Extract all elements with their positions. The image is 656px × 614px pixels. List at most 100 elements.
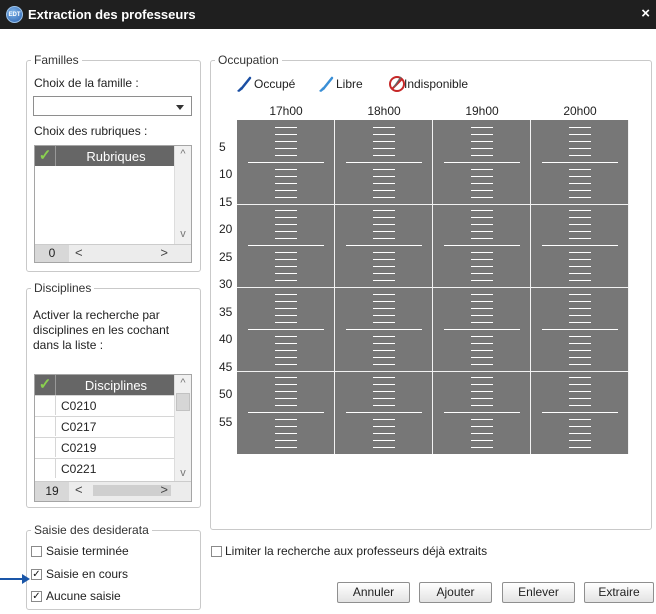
- occupied-tool[interactable]: Occupé: [235, 75, 305, 93]
- disciplines-list[interactable]: ✓ Disciplines C0210 C0217 C0219 C0221 ^ …: [34, 374, 192, 502]
- minute-tick: [346, 245, 422, 246]
- minute-tick: [471, 315, 493, 316]
- annuler-button[interactable]: Annuler: [337, 582, 410, 603]
- familles-legend: Familles: [31, 53, 82, 67]
- disciplines-horizontal-scrollbar[interactable]: < >: [73, 483, 171, 498]
- minute-label: 15: [219, 195, 233, 209]
- minute-tick: [346, 412, 422, 413]
- chevron-down-icon[interactable]: [176, 105, 184, 110]
- list-item[interactable]: C0219: [35, 437, 175, 457]
- minute-tick: [275, 134, 297, 135]
- saisie-en-cours-checkbox[interactable]: ✓: [31, 569, 42, 580]
- row-checkbox[interactable]: [35, 438, 56, 457]
- app-logo-icon: EDT: [6, 6, 23, 23]
- rubriques-vertical-scrollbar[interactable]: ^ v: [174, 146, 191, 244]
- minute-tick: [275, 301, 297, 302]
- minute-tick: [471, 433, 493, 434]
- minute-tick: [569, 266, 591, 267]
- aucune-saisie-checkbox[interactable]: ✓: [31, 591, 42, 602]
- scroll-right-icon[interactable]: >: [160, 483, 168, 497]
- minute-tick: [275, 398, 297, 399]
- minute-tick: [373, 350, 395, 351]
- minute-tick: [569, 155, 591, 156]
- minute-tick: [275, 377, 297, 378]
- list-item[interactable]: C0221: [35, 458, 175, 479]
- minute-tick: [275, 231, 297, 232]
- list-item[interactable]: C0217: [35, 416, 175, 436]
- scroll-thumb[interactable]: [93, 485, 171, 496]
- unavailable-tool[interactable]: Indisponible: [388, 75, 478, 93]
- enlever-button[interactable]: Enlever: [502, 582, 575, 603]
- row-checkbox[interactable]: [35, 396, 56, 415]
- minute-tick: [248, 245, 324, 246]
- minute-tick: [275, 440, 297, 441]
- close-icon[interactable]: ×: [641, 5, 650, 22]
- extraire-button[interactable]: Extraire: [584, 582, 654, 603]
- minute-tick: [471, 308, 493, 309]
- disciplines-footer: 19 < >: [35, 481, 191, 501]
- scroll-left-icon[interactable]: <: [75, 246, 83, 260]
- minute-tick: [373, 259, 395, 260]
- minute-tick: [444, 329, 520, 330]
- scroll-right-icon[interactable]: >: [160, 246, 168, 260]
- minute-tick: [373, 155, 395, 156]
- list-item[interactable]: C0210: [35, 395, 175, 415]
- row-checkbox[interactable]: [35, 459, 56, 478]
- minute-tick: [373, 364, 395, 365]
- minute-label: 30: [219, 277, 233, 291]
- limit-search-checkbox[interactable]: [211, 546, 222, 557]
- minute-tick: [471, 266, 493, 267]
- rubriques-horizontal-scrollbar[interactable]: < >: [73, 246, 171, 261]
- minute-tick: [569, 148, 591, 149]
- scroll-down-icon[interactable]: v: [175, 465, 191, 481]
- minute-tick: [373, 377, 395, 378]
- minute-tick: [471, 447, 493, 448]
- minute-label: 35: [219, 305, 233, 319]
- free-tool[interactable]: Libre: [317, 75, 372, 93]
- minute-tick: [346, 162, 422, 163]
- rubriques-header[interactable]: ✓ Rubriques: [35, 146, 175, 166]
- minute-tick: [569, 426, 591, 427]
- famille-select[interactable]: [33, 96, 192, 116]
- minute-tick: [471, 210, 493, 211]
- minute-tick: [569, 217, 591, 218]
- disciplines-header[interactable]: ✓ Disciplines: [35, 375, 175, 395]
- minute-tick: [569, 419, 591, 420]
- scroll-up-icon[interactable]: ^: [175, 146, 191, 162]
- minute-tick: [471, 259, 493, 260]
- hour-label: 19h00: [465, 104, 499, 118]
- minute-tick: [471, 273, 493, 274]
- minute-tick: [569, 301, 591, 302]
- minute-tick: [471, 357, 493, 358]
- minute-tick: [275, 141, 297, 142]
- scroll-down-icon[interactable]: v: [175, 226, 191, 242]
- minute-tick: [569, 294, 591, 295]
- ajouter-button[interactable]: Ajouter: [419, 582, 492, 603]
- minute-tick: [569, 273, 591, 274]
- minute-label: 5: [219, 140, 226, 154]
- window-title: Extraction des professeurs: [28, 7, 196, 22]
- scroll-thumb[interactable]: [176, 393, 190, 411]
- minute-tick: [542, 245, 618, 246]
- minute-tick: [569, 322, 591, 323]
- minute-tick: [373, 238, 395, 239]
- scroll-up-icon[interactable]: ^: [175, 375, 191, 391]
- minute-tick: [569, 127, 591, 128]
- scroll-left-icon[interactable]: <: [75, 483, 83, 497]
- checkmark-icon[interactable]: ✓: [35, 146, 56, 166]
- minute-tick: [275, 197, 297, 198]
- minute-tick: [542, 162, 618, 163]
- saisie-terminee-checkbox[interactable]: [31, 546, 42, 557]
- row-checkbox[interactable]: [35, 417, 56, 436]
- rubriques-list[interactable]: ✓ Rubriques ^ v 0 < >: [34, 145, 192, 263]
- saisie-legend: Saisie des desiderata: [31, 523, 152, 537]
- minute-tick: [373, 301, 395, 302]
- disciplines-vertical-scrollbar[interactable]: ^ v: [174, 375, 191, 483]
- checkmark-icon[interactable]: ✓: [35, 375, 56, 395]
- minute-label: 25: [219, 250, 233, 264]
- free-tool-label: Libre: [336, 77, 363, 91]
- minute-tick: [373, 357, 395, 358]
- minute-tick: [275, 280, 297, 281]
- occupation-grid[interactable]: [237, 120, 629, 454]
- minute-tick: [471, 364, 493, 365]
